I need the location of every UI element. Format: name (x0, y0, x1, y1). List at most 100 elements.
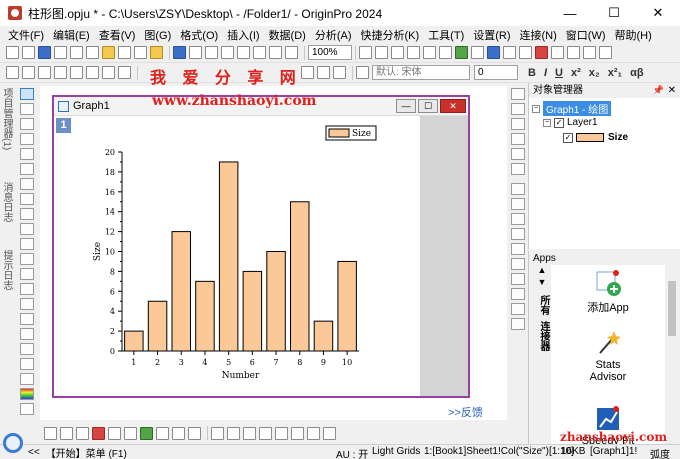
line-symbol-icon[interactable] (76, 426, 89, 440)
apps-scrollbar[interactable] (666, 265, 678, 444)
graph-window[interactable]: Graph1 — ☐ ✕ 1 0 2 4 6 8 10 12 14 16 18 20 1 2 3 4 5 6 7 8… (52, 95, 470, 398)
paste-icon[interactable] (333, 66, 346, 79)
bubble-scale-icon[interactable] (511, 213, 525, 225)
insert-equation-icon[interactable] (20, 358, 34, 370)
font-size-combo[interactable]: 0 (474, 65, 518, 80)
save-icon[interactable] (173, 46, 186, 59)
superscript-button[interactable]: x² (571, 67, 581, 79)
line-tool-icon[interactable] (20, 268, 34, 280)
pie-plot-icon[interactable] (108, 426, 121, 440)
search-icon[interactable] (3, 433, 23, 453)
undo-arrow-icon[interactable] (6, 66, 19, 79)
new-workbook-icon[interactable] (22, 46, 35, 59)
scale-tool-icon[interactable] (20, 118, 34, 130)
menu-quick-analysis[interactable]: 快捷分析(K) (361, 27, 420, 43)
undo-icon[interactable] (102, 66, 115, 79)
axis-icon[interactable] (227, 426, 240, 440)
screen-reader-icon[interactable] (86, 66, 99, 79)
text-tool-icon[interactable] (356, 66, 369, 79)
messages-icon[interactable] (503, 46, 516, 59)
layer-info-icon[interactable] (511, 243, 525, 255)
pattern-icon[interactable] (323, 426, 336, 440)
redo-icon[interactable] (118, 66, 131, 79)
cut-icon[interactable] (301, 66, 314, 79)
add-right-y-icon[interactable] (511, 118, 525, 130)
add-inset-icon[interactable] (511, 133, 525, 145)
insert-table-icon[interactable] (20, 373, 34, 385)
menu-insert[interactable]: 插入(I) (227, 27, 259, 43)
new-folder-icon[interactable] (102, 46, 115, 59)
grid-icon[interactable] (211, 426, 224, 440)
line-color-icon[interactable] (307, 426, 320, 440)
save-template-icon[interactable] (189, 46, 202, 59)
graph-maximize-button[interactable]: ☐ (418, 99, 438, 113)
code-builder-icon[interactable] (455, 46, 468, 59)
insert-graph-icon[interactable] (20, 343, 34, 355)
layer-content-icon[interactable] (259, 426, 272, 440)
zoom-combo[interactable]: 100% (308, 45, 352, 60)
zoom-tool-icon[interactable] (20, 103, 34, 115)
scale-bar-icon[interactable] (511, 228, 525, 240)
arrow-tool-icon[interactable] (20, 238, 34, 250)
tab-connectors[interactable]: 连接器 (536, 321, 551, 351)
menu-file[interactable]: 文件(F) (8, 27, 44, 43)
screen-reader-tool-icon[interactable] (20, 133, 34, 145)
refresh-icon[interactable] (269, 46, 282, 59)
extract-icon[interactable] (599, 46, 612, 59)
tab-hint-log[interactable]: 提示日志 (1, 250, 14, 290)
scale-in-icon[interactable] (38, 66, 51, 79)
data-reader-tool-icon[interactable] (20, 148, 34, 160)
object-manager-icon[interactable] (487, 46, 500, 59)
menu-edit[interactable]: 编辑(E) (53, 27, 90, 43)
open-icon[interactable] (150, 46, 163, 59)
format-icon[interactable] (243, 426, 256, 440)
pin-icon[interactable]: 📌 (653, 83, 664, 98)
supersub-button[interactable]: x²₁ (608, 67, 622, 79)
menu-tools[interactable]: 工具(T) (428, 27, 464, 43)
lock-icon[interactable] (511, 318, 525, 330)
apps-scroll-down-icon[interactable]: ▼ (532, 277, 552, 289)
rescale-icon[interactable] (407, 46, 420, 59)
new-notes-icon[interactable] (86, 46, 99, 59)
menu-data[interactable]: 数据(D) (269, 27, 306, 43)
close-icon[interactable]: ✕ (668, 83, 676, 98)
menu-format[interactable]: 格式(O) (180, 27, 218, 43)
plot-checkbox[interactable]: ✓ (563, 132, 573, 143)
template-icon[interactable] (188, 426, 201, 440)
layer-tool-icon[interactable] (20, 403, 34, 415)
add-layer-icon[interactable] (511, 88, 525, 100)
hand-tool-icon[interactable] (20, 313, 34, 325)
tab-messages-log[interactable]: 消息日志 (1, 182, 14, 222)
tree-layer-node[interactable]: − ✓ Layer1 (543, 117, 598, 128)
xy-scale-icon[interactable] (511, 273, 525, 285)
smart-hint-icon[interactable] (519, 46, 532, 59)
rescale-axis-icon[interactable] (511, 288, 525, 300)
reader-icon[interactable] (70, 66, 83, 79)
copy-icon[interactable] (317, 66, 330, 79)
zoom-out-icon[interactable] (375, 46, 388, 59)
bar-plot-icon[interactable] (92, 426, 105, 440)
print-icon[interactable] (237, 46, 250, 59)
export-icon[interactable] (253, 46, 266, 59)
tab-all-apps[interactable]: 所有 (536, 295, 551, 315)
draw-data-icon[interactable] (20, 208, 34, 220)
menu-settings[interactable]: 设置(R) (473, 27, 510, 43)
3d-plot-icon[interactable] (172, 426, 185, 440)
data-selector-icon[interactable] (20, 178, 34, 190)
layer-checkbox[interactable]: ✓ (554, 117, 564, 128)
new-function-icon[interactable] (70, 46, 83, 59)
subscript-button[interactable]: x₂ (589, 67, 600, 79)
maximize-button[interactable]: ☐ (592, 0, 636, 26)
brush-tool-icon[interactable] (20, 328, 34, 340)
collapse-icon[interactable]: − (532, 104, 540, 113)
whole-page-icon[interactable] (391, 46, 404, 59)
timestamp-icon[interactable] (511, 163, 525, 175)
menu-view[interactable]: 查看(V) (99, 27, 136, 43)
menu-window[interactable]: 窗口(W) (566, 27, 606, 43)
curved-arrow-icon[interactable] (20, 253, 34, 265)
redo-arrow-icon[interactable] (22, 66, 35, 79)
zoom-in-icon[interactable] (359, 46, 372, 59)
tree-plot-node[interactable]: ✓ Size (563, 132, 628, 143)
results-log-icon[interactable] (423, 46, 436, 59)
tree-graph-node[interactable]: − Graph1 - 绘图 (532, 101, 612, 116)
